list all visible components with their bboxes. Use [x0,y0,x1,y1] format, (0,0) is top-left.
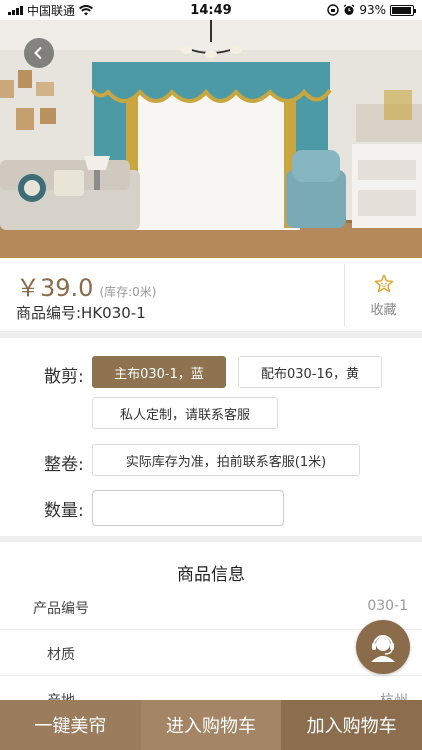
info-value: 030-1 [367,598,408,614]
loose-cut-label: 散剪: [44,367,84,387]
customer-service-button[interactable] [356,620,410,674]
bottom-action-bar: 一键美帘 进入购物车 加入购物车 [0,700,422,750]
quantity-input[interactable] [92,490,284,526]
product-photo[interactable] [0,20,422,258]
favorite-button[interactable]: 收藏 [344,264,422,326]
product-code: 商品编号:HK030-1 [16,304,146,322]
product-info-title: 商品信息 [177,565,245,585]
choice-roll[interactable]: 实际库存为准，拍前联系客服(1米) [92,444,360,476]
back-button[interactable] [24,38,54,68]
star-icon [374,274,393,292]
options-section: 散剪: 主布030-1，蓝 配布030-16，黄 私人定制，请联系客服 整卷: … [0,338,422,536]
carrier-name: 中国联通 [27,3,76,18]
stock-info: (库存:0米) [99,285,157,299]
price-section: ￥39.0 (库存:0米) 商品编号:HK030-1 收藏 [0,258,422,332]
status-bar: 中国联通 14:49 93% [0,0,422,20]
signal-icon [8,5,23,15]
price: ￥39.0 [16,274,94,302]
living-room-scene [0,20,422,258]
one-click-curtain-button[interactable]: 一键美帘 [0,700,141,750]
favorite-label: 收藏 [370,302,397,318]
quantity-label: 数量: [44,501,84,521]
customer-service-icon [371,635,395,662]
back-arrow-icon [34,46,42,60]
product-info-section: 商品信息 产品编号 030-1 材质 产地 杭州 [0,542,422,709]
roll-label: 整卷: [44,455,84,475]
go-to-cart-button[interactable]: 进入购物车 [140,700,282,750]
choice-secondary-fabric[interactable]: 配布030-16，黄 [238,356,382,388]
wifi-icon [79,4,94,15]
info-key: 产品编号 [33,601,89,617]
battery-fill [392,6,411,14]
status-right: 93% [327,3,416,17]
price-row: ￥39.0 (库存:0米) [16,268,156,303]
lock-rotation-icon [327,4,340,16]
alarm-icon [343,4,355,15]
status-left: 中国联通 [8,2,94,19]
choice-main-fabric[interactable]: 主布030-1，蓝 [92,356,226,388]
info-row: 产品编号 030-1 [0,584,422,630]
battery-percent: 93% [359,3,386,17]
info-key: 材质 [47,647,75,663]
battery-icon [390,4,416,16]
choice-custom[interactable]: 私人定制，请联系客服 [92,397,278,429]
add-to-cart-button[interactable]: 加入购物车 [281,700,422,750]
